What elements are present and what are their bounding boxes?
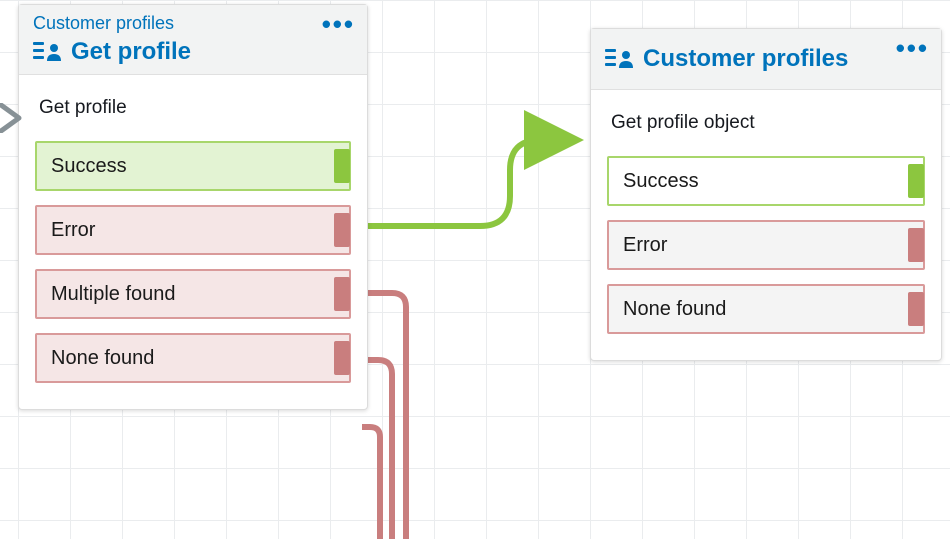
output-port-icon[interactable]	[334, 341, 350, 375]
outcome-label: Multiple found	[51, 283, 176, 306]
output-port-icon[interactable]	[334, 149, 350, 183]
node-category-label: Customer profiles	[33, 13, 353, 34]
flow-node-get-profile[interactable]: Customer profiles Get profile •	[18, 4, 368, 410]
node-header: Customer profiles Get profile •	[19, 5, 367, 75]
outcome-label: Error	[51, 219, 95, 242]
outcome-none-found[interactable]: None found	[607, 284, 925, 334]
outcome-label: None found	[623, 298, 726, 321]
outcome-label: Success	[51, 155, 127, 178]
node-title: Get profile	[71, 38, 191, 66]
outcome-label: None found	[51, 347, 154, 370]
output-port-icon[interactable]	[908, 164, 924, 198]
node-body: Get profile object Success Error None fo…	[591, 90, 941, 360]
outcome-multiple-found[interactable]: Multiple found	[35, 269, 351, 319]
customer-profile-icon	[33, 41, 61, 63]
outcome-none-found[interactable]: None found	[35, 333, 351, 383]
outcome-success[interactable]: Success	[35, 141, 351, 191]
outcome-error[interactable]: Error	[35, 205, 351, 255]
flow-node-customer-profiles[interactable]: Customer profiles ••• Get profile object…	[590, 28, 942, 361]
output-port-icon[interactable]	[908, 292, 924, 326]
node-title: Customer profiles	[643, 45, 848, 73]
outcome-label: Success	[623, 170, 699, 193]
node-body: Get profile Success Error Multiple found…	[19, 75, 367, 409]
outcome-success[interactable]: Success	[607, 156, 925, 206]
output-port-icon[interactable]	[908, 228, 924, 262]
output-port-icon[interactable]	[334, 277, 350, 311]
output-port-icon[interactable]	[334, 213, 350, 247]
action-label: Get profile	[21, 93, 365, 141]
outcome-error[interactable]: Error	[607, 220, 925, 270]
node-more-menu-icon[interactable]: •••	[896, 39, 929, 57]
customer-profile-icon	[605, 48, 633, 70]
node-header: Customer profiles •••	[591, 29, 941, 90]
node-more-menu-icon[interactable]: •••	[322, 15, 355, 33]
outcome-label: Error	[623, 234, 667, 257]
action-label: Get profile object	[593, 108, 939, 156]
